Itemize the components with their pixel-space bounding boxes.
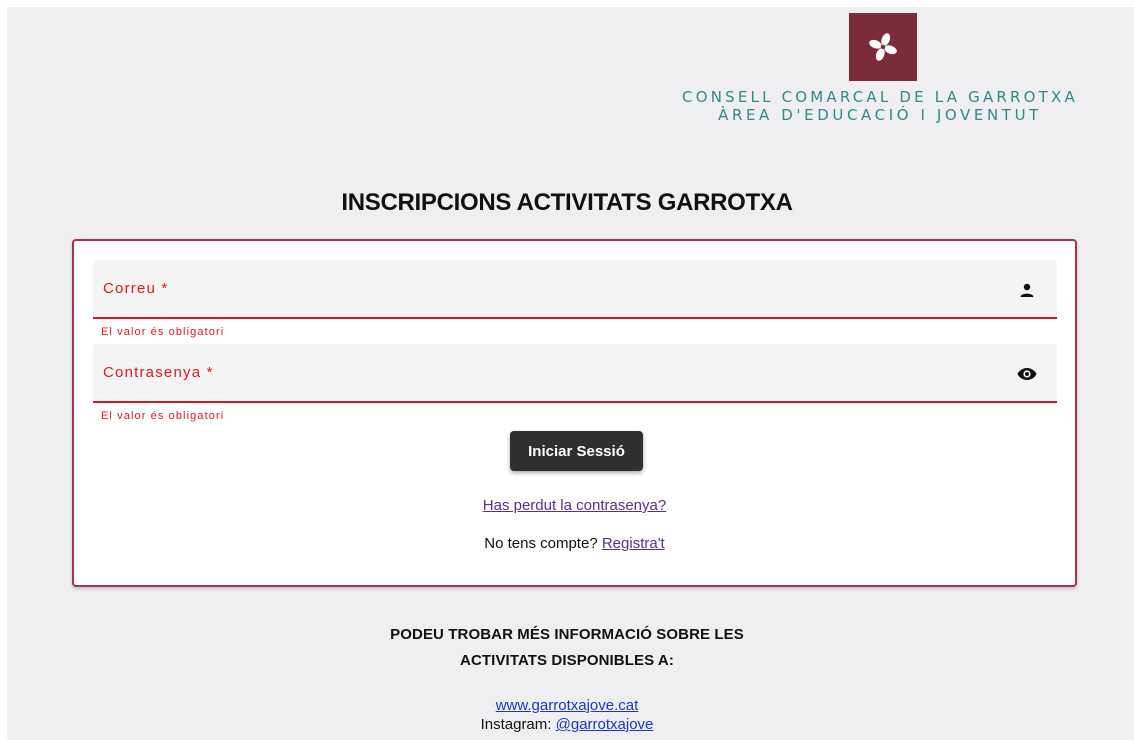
info-heading-line2: ACTIVITATS DISPONIBLES A:	[460, 652, 674, 669]
password-label: Contrasenya *	[103, 364, 214, 381]
email-field[interactable]: Correu *	[93, 260, 1057, 319]
no-account-text: No tens compte?	[484, 535, 598, 552]
email-input[interactable]	[93, 260, 1057, 317]
info-heading-line1: PODEU TROBAR MÉS INFORMACIÓ SOBRE LES	[390, 626, 744, 643]
logo-department-name: ÀREA D'EDUCACIÓ I JOVENTUT	[718, 106, 1042, 124]
website-link[interactable]: www.garrotxajove.cat	[496, 697, 639, 714]
person-icon	[1017, 280, 1037, 300]
page-title: INSCRIPCIONS ACTIVITATS GARROTXA	[341, 189, 793, 216]
website-row: www.garrotxajove.cat	[7, 697, 1134, 714]
page-background: CONSELL COMARCAL DE LA GARROTXA ÀREA D'E…	[7, 7, 1134, 740]
instagram-row: Instagram: @garrotxajove	[7, 716, 1134, 733]
forgot-password-link[interactable]: Has perdut la contrasenya?	[483, 497, 666, 514]
register-row: No tens compte? Registra't	[74, 535, 1075, 552]
eye-icon[interactable]	[1017, 364, 1037, 384]
password-field[interactable]: Contrasenya *	[93, 344, 1057, 403]
instagram-label: Instagram:	[480, 716, 552, 733]
instagram-link[interactable]: @garrotxajove	[556, 716, 654, 733]
email-error-message: El valor és obligatori	[101, 326, 225, 338]
org-logo: CONSELL COMARCAL DE LA GARROTXA ÀREA D'E…	[675, 13, 1085, 133]
logo-org-name: CONSELL COMARCAL DE LA GARROTXA	[682, 88, 1078, 106]
forgot-password-row: Has perdut la contrasenya?	[74, 497, 1075, 514]
email-label: Correu *	[103, 280, 169, 297]
password-error-message: El valor és obligatori	[101, 410, 225, 422]
register-link[interactable]: Registra't	[602, 535, 665, 552]
logo-emblem-icon	[849, 13, 917, 81]
login-form: Correu * El valor és obligatori Contrase…	[72, 239, 1077, 587]
password-input[interactable]	[93, 344, 1057, 401]
login-button[interactable]: Iniciar Sessió	[510, 431, 643, 471]
